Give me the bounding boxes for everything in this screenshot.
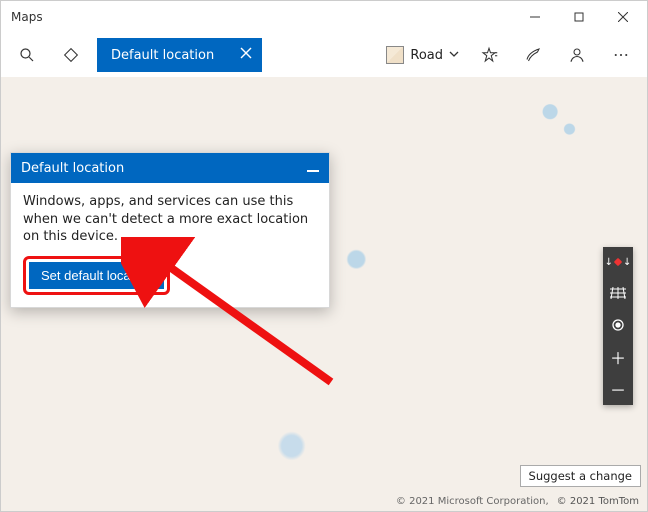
suggest-change-button[interactable]: Suggest a change — [520, 465, 641, 487]
chevron-down-icon — [449, 48, 459, 63]
map-controls: ↓ ↓ ＋ － — [603, 247, 633, 405]
arrow-down-icon: ↓ — [623, 257, 631, 268]
ink-button[interactable] — [513, 35, 553, 75]
map-swatch-icon — [386, 46, 404, 64]
favorites-button[interactable] — [469, 35, 509, 75]
copyright-ms: © 2021 Microsoft Corporation, — [396, 496, 549, 507]
rotate-control[interactable]: ↓ ↓ — [603, 247, 633, 277]
app-title: Maps — [11, 10, 43, 24]
more-button[interactable] — [601, 35, 641, 75]
pill-label: Default location — [111, 48, 214, 63]
search-button[interactable] — [7, 35, 47, 75]
minimize-button[interactable] — [513, 2, 557, 32]
panel-header: Default location — [11, 153, 329, 183]
copyright-tomtom: © 2021 TomTom — [557, 496, 639, 507]
locate-me-button[interactable] — [603, 309, 633, 341]
highlight-annotation: Set default location — [23, 256, 170, 295]
compass-icon — [614, 258, 622, 266]
arrow-down-icon: ↓ — [605, 257, 613, 268]
minimize-panel-button[interactable] — [307, 161, 319, 176]
tilt-control[interactable] — [603, 277, 633, 309]
zoom-in-button[interactable]: ＋ — [603, 341, 633, 373]
account-button[interactable] — [557, 35, 597, 75]
default-location-pill[interactable]: Default location — [97, 38, 262, 72]
directions-button[interactable] — [51, 35, 91, 75]
view-label: Road — [410, 48, 443, 63]
panel-body: Windows, apps, and services can use this… — [11, 183, 329, 307]
default-location-panel: Default location Windows, apps, and serv… — [10, 152, 330, 308]
panel-title: Default location — [21, 161, 124, 176]
copyright: © 2021 Microsoft Corporation, © 2021 Tom… — [396, 496, 639, 507]
map-canvas[interactable]: Default location Windows, apps, and serv… — [1, 77, 647, 511]
titlebar: Maps — [1, 1, 647, 33]
maximize-button[interactable] — [557, 2, 601, 32]
toolbar: Default location Road — [1, 33, 647, 77]
maps-window: Maps Default location Road — [0, 0, 648, 512]
map-view-dropdown[interactable]: Road — [380, 38, 465, 72]
close-icon[interactable] — [240, 47, 252, 63]
set-default-location-button[interactable]: Set default location — [29, 262, 164, 289]
zoom-out-button[interactable]: － — [603, 373, 633, 405]
close-window-button[interactable] — [601, 2, 645, 32]
panel-description: Windows, apps, and services can use this… — [23, 193, 317, 246]
